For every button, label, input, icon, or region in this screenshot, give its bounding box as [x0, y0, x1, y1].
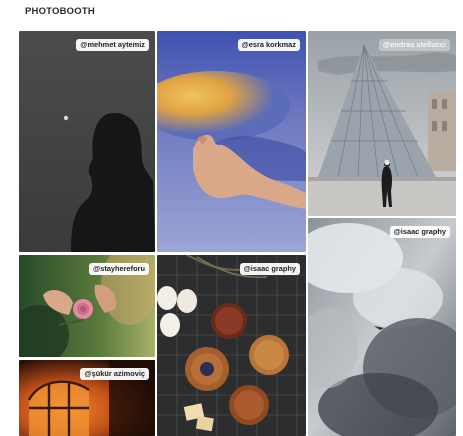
photo-tile-hand-shadow[interactable]: @esra korkmaz — [157, 31, 306, 252]
photo-tile-louvre[interactable]: @endras stellucci — [308, 31, 456, 216]
photo-credit[interactable]: @endras stellucci — [378, 39, 450, 51]
photo-credit[interactable]: @isaac graphy — [239, 263, 300, 275]
photo-tile-orange-window[interactable]: @şükür azimoviç — [19, 360, 155, 436]
photo-credit[interactable]: @isaac graphy — [389, 226, 450, 238]
photo-credit[interactable]: @şükür azimoviç — [80, 368, 149, 380]
photo-credit[interactable]: @esra korkmaz — [237, 39, 300, 51]
photo-tile-clouds[interactable]: @isaac graphy — [308, 218, 456, 436]
silhouette-photo — [19, 31, 155, 252]
photo-credit[interactable]: @stayhereforu — [89, 263, 149, 275]
clouds-photo — [308, 218, 456, 436]
hand-shadow-photo — [157, 31, 306, 252]
pastries-photo — [157, 255, 306, 436]
photo-tile-rose[interactable]: @stayhereforu — [19, 255, 155, 357]
photo-tile-silhouette[interactable]: @mehmet aytemiz — [19, 31, 155, 252]
photo-credit[interactable]: @mehmet aytemiz — [76, 39, 149, 51]
section-title: PHOTOBOOTH — [25, 6, 95, 17]
photo-tile-pastries[interactable]: @isaac graphy — [157, 255, 306, 436]
louvre-photo — [308, 31, 456, 216]
